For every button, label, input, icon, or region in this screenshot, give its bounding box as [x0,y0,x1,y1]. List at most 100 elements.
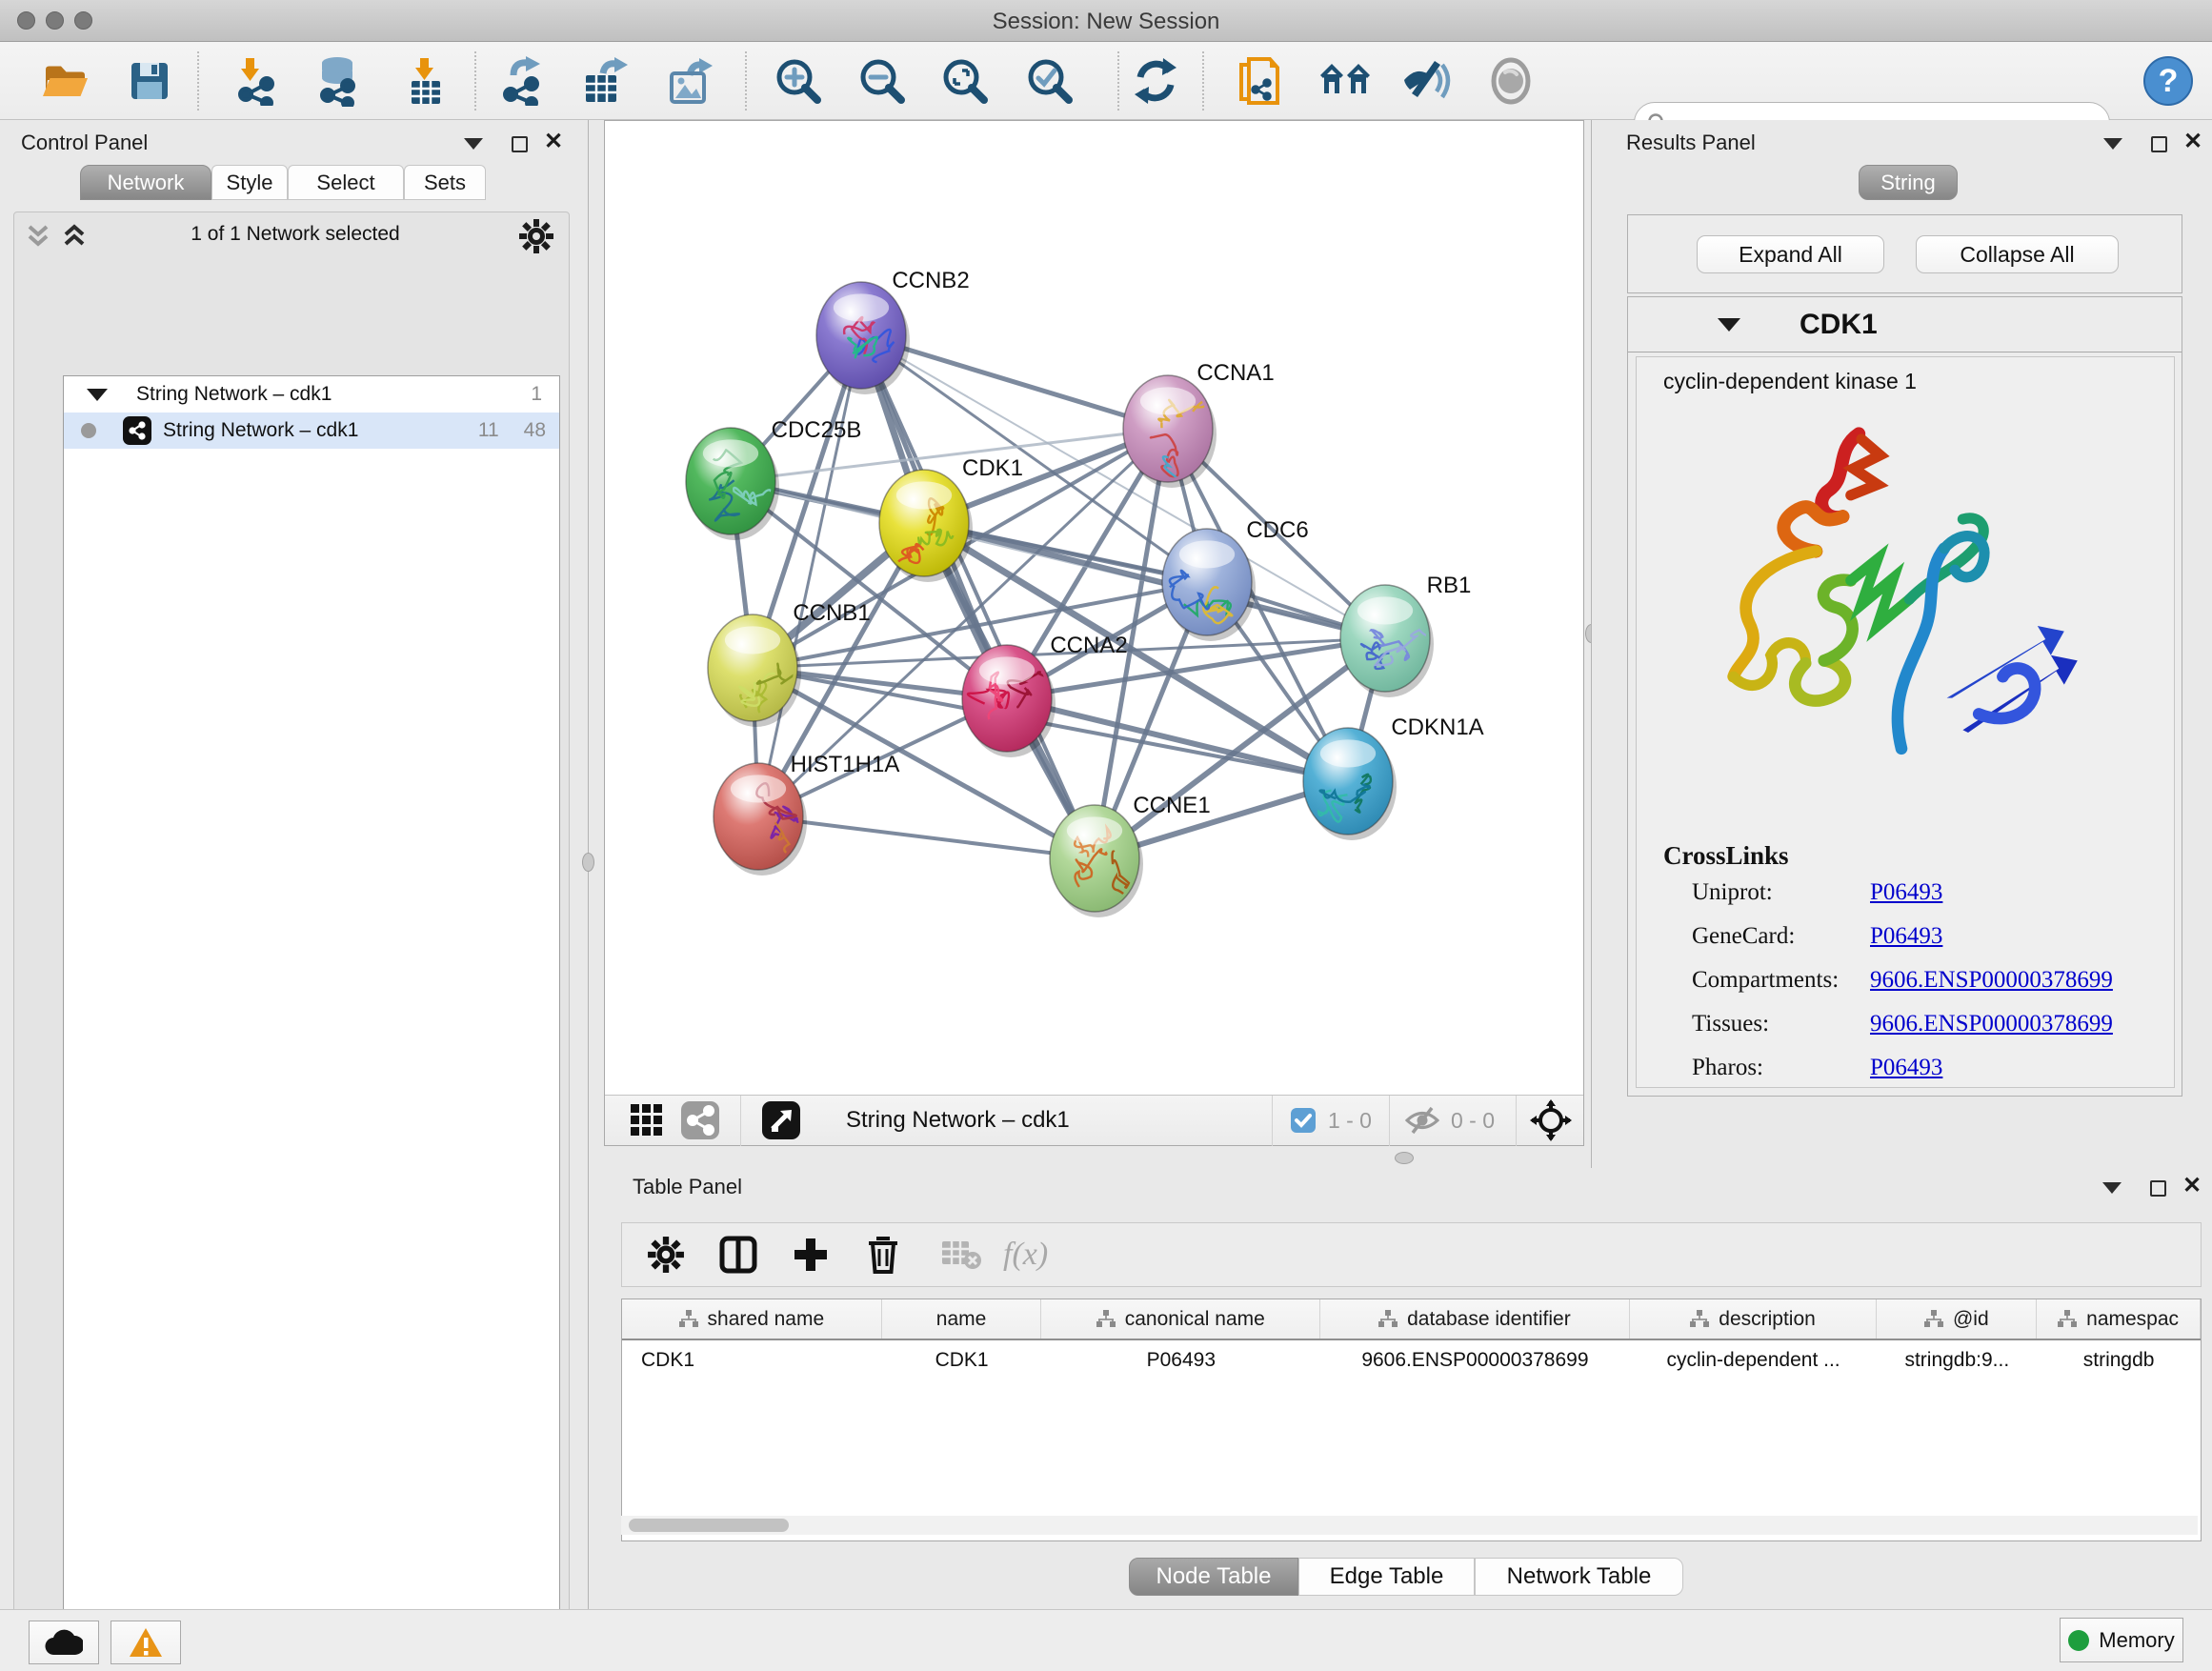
results-panel-undock-icon[interactable] [2144,131,2173,156]
control-panel-close-icon[interactable]: ✕ [539,130,568,154]
pan-crosshair-icon[interactable] [1530,1099,1572,1141]
zoom-selected-icon[interactable] [1023,54,1076,108]
tab-network-table[interactable]: Network Table [1475,1558,1683,1596]
edge-CCNB2-CCNE1[interactable] [861,335,1095,858]
network-view-share-icon[interactable] [674,1096,727,1145]
tab-network[interactable]: Network [80,165,211,200]
node-CCNE1[interactable]: CCNE1 [1050,793,1211,917]
table-row[interactable]: CDK1CDK1P064939606.ENSP00000378699cyclin… [622,1340,2201,1380]
network-collection-row[interactable]: String Network – cdk1 1 [64,376,559,413]
export-image-icon[interactable] [663,54,716,108]
save-session-icon[interactable] [123,54,176,108]
left-splitter-handle[interactable] [582,853,594,872]
collapse-all-button[interactable]: Collapse All [1916,235,2119,273]
crosslink-value-link[interactable]: P06493 [1870,1055,1942,1081]
table-panel-float-icon[interactable] [2098,1176,2126,1200]
tab-edge-table[interactable]: Edge Table [1298,1558,1475,1596]
table-options-gear-icon[interactable] [639,1230,693,1279]
help-icon[interactable]: ? [2142,54,2195,108]
control-panel-undock-icon[interactable] [505,131,533,156]
first-neighbors-icon[interactable] [1318,54,1372,108]
collection-label: String Network – cdk1 [136,383,332,406]
show-column-panel-icon[interactable] [712,1230,765,1279]
node-CDC6[interactable]: CDC6 [1162,517,1309,641]
table-cell[interactable]: stringdb:9... [1877,1349,2037,1372]
table-cell[interactable]: CDK1 [622,1349,882,1372]
level-of-detail-icon[interactable] [1484,54,1538,108]
scrollbar-thumb[interactable] [629,1519,789,1532]
node-CDKN1A[interactable]: CDKN1A [1303,715,1484,840]
crosslink-row: Tissues:9606.ENSP00000378699 [1692,1011,2168,1037]
tab-style[interactable]: Style [211,165,288,200]
tab-string[interactable]: String [1859,165,1958,200]
node-CCNB2[interactable]: CCNB2 [816,268,970,394]
column-header-database-identifier[interactable]: database identifier [1320,1299,1630,1339]
warnings-button[interactable] [111,1621,181,1664]
results-panel-close-icon[interactable]: ✕ [2179,130,2207,154]
export-network-icon[interactable] [496,54,550,108]
bottom-splitter-handle[interactable] [1395,1152,1414,1164]
import-table-from-file-icon[interactable] [398,54,452,108]
crosslink-value-link[interactable]: 9606.ENSP00000378699 [1870,967,2113,994]
collection-expander-icon[interactable] [87,389,108,401]
node-RB1[interactable]: RB1 [1340,573,1471,697]
expand-all-networks-icon[interactable] [61,223,88,252]
crosslink-value-link[interactable]: P06493 [1870,923,1942,950]
export-table-icon[interactable] [578,54,632,108]
table-cell[interactable]: stringdb [2037,1349,2201,1372]
table-cell[interactable]: CDK1 [882,1349,1042,1372]
table-cell[interactable]: P06493 [1041,1349,1320,1372]
table-cell[interactable]: cyclin-dependent ... [1630,1349,1878,1372]
selected-checkbox-icon[interactable] [1290,1107,1317,1134]
network-canvas[interactable]: CCNB2CCNA1CDC25BCDK1CDC6RB1CCNB1CCNA2CDK… [605,121,1583,1094]
edge-CCNB2-HIST1H1A[interactable] [758,335,861,816]
crosslink-value-link[interactable]: 9606.ENSP00000378699 [1870,1011,2113,1037]
add-column-icon[interactable] [784,1230,837,1279]
node-table[interactable]: shared namenamecanonical namedatabase id… [621,1299,2202,1541]
collapse-all-networks-icon[interactable] [25,223,51,252]
node-CCNA2[interactable]: CCNA2 [962,633,1128,757]
horizontal-scrollbar[interactable] [621,1516,2198,1535]
zoom-out-icon[interactable] [855,54,909,108]
clone-network-icon[interactable] [1233,54,1286,108]
expand-all-button[interactable]: Expand All [1697,235,1884,273]
network-options-gear-icon[interactable] [518,218,554,254]
column-header-namespac[interactable]: namespac [2037,1299,2201,1339]
tab-node-table[interactable]: Node Table [1129,1558,1298,1596]
show-hide-graphics-details-icon[interactable] [1401,54,1455,108]
import-network-from-file-icon[interactable] [231,54,285,108]
tab-sets[interactable]: Sets [404,165,486,200]
column-header-canonical-name[interactable]: canonical name [1041,1299,1320,1339]
table-panel-close-icon[interactable]: ✕ [2178,1174,2206,1198]
entry-expander-icon[interactable] [1718,318,1740,332]
birdseye-view-icon[interactable] [754,1096,808,1145]
open-session-icon[interactable] [38,54,91,108]
table-panel-undock-icon[interactable] [2143,1176,2172,1200]
refresh-view-icon[interactable] [1129,54,1182,108]
node-CCNA1[interactable]: CCNA1 [1123,360,1275,503]
zoom-fit-content-icon[interactable] [938,54,992,108]
node-HIST1H1A[interactable]: HIST1H1A [714,752,899,876]
entry-header[interactable]: CDK1 [1628,297,2182,352]
results-panel-float-icon[interactable] [2099,131,2127,156]
hidden-eye-icon[interactable] [1405,1106,1439,1135]
column-header-name[interactable]: name [882,1299,1042,1339]
edge-HIST1H1A-CCNE1[interactable] [758,816,1095,858]
zoom-in-icon[interactable] [772,54,825,108]
grid-view-icon[interactable] [620,1096,674,1145]
tab-select[interactable]: Select [288,165,404,200]
table-cell[interactable]: 9606.ENSP00000378699 [1320,1349,1630,1372]
import-network-from-database-icon[interactable] [311,54,364,108]
column-header--id[interactable]: @id [1877,1299,2037,1339]
node-CDC25B[interactable]: CDC25B [686,417,861,540]
node-CDK1[interactable]: CDK1 [879,455,1023,582]
network-row-selected[interactable]: String Network – cdk1 11 48 [64,413,559,449]
column-header-description[interactable]: description [1630,1299,1878,1339]
delete-column-icon[interactable] [856,1230,910,1279]
control-panel-float-icon[interactable] [459,131,488,156]
cloud-status-button[interactable] [29,1621,99,1664]
memory-button[interactable]: Memory [2060,1618,2183,1662]
crosslink-value-link[interactable]: P06493 [1870,879,1942,906]
column-header-shared-name[interactable]: shared name [622,1299,882,1339]
network-view[interactable]: CCNB2CCNA1CDC25BCDK1CDC6RB1CCNB1CCNA2CDK… [604,120,1584,1146]
